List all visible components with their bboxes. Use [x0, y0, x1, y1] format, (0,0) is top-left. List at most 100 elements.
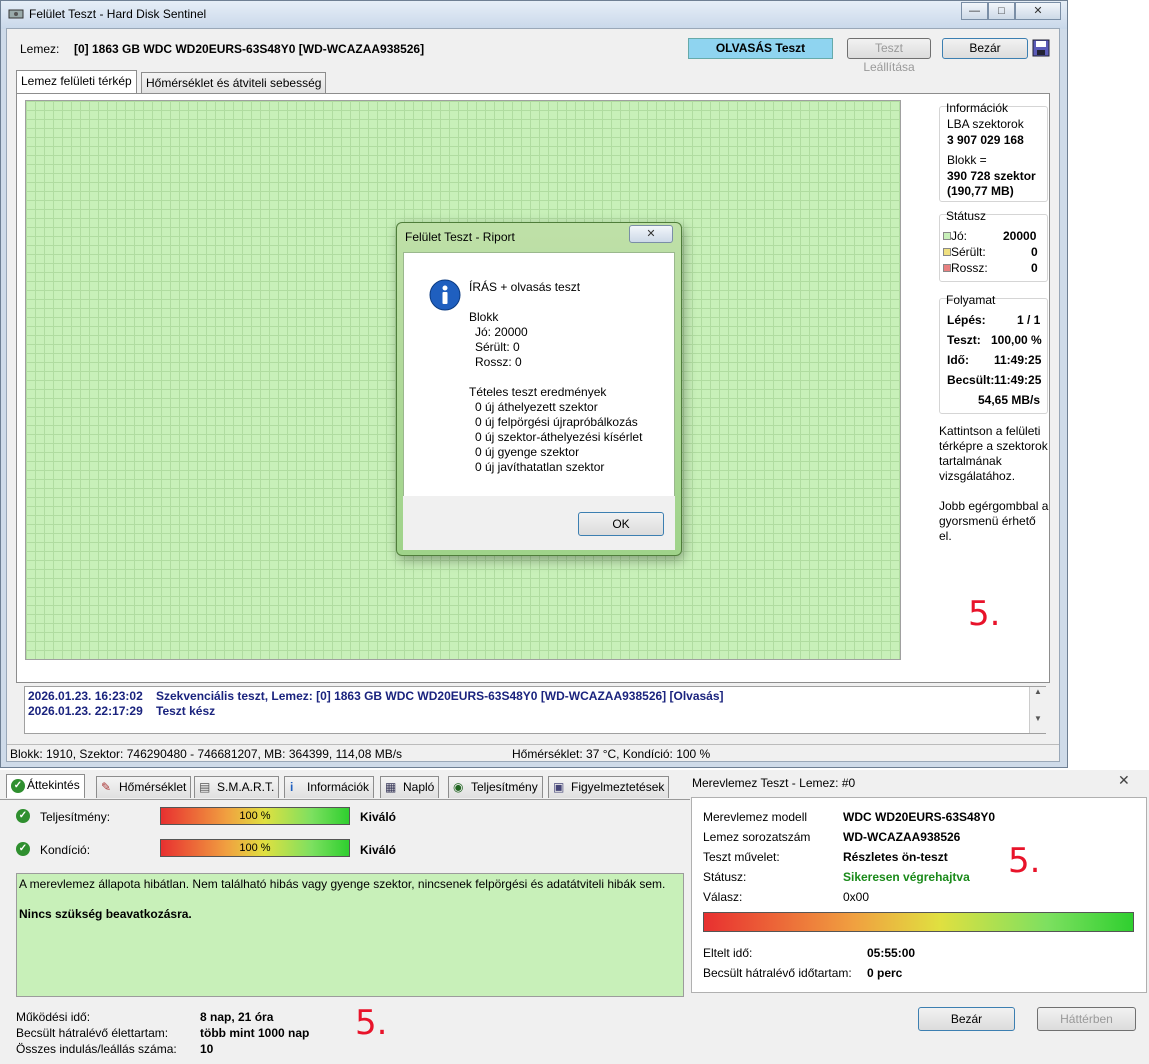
ok-button[interactable]: OK: [578, 512, 664, 536]
operation-label: Teszt művelet:: [703, 850, 780, 864]
info-icon: [429, 279, 461, 311]
background-button[interactable]: Háttérben: [1037, 1007, 1136, 1031]
title-bar: Felület Teszt - Hard Disk Sentinel — □ ✕: [1, 1, 1067, 29]
hint-line: vizsgálatához.: [939, 469, 1016, 483]
tab-temperature[interactable]: ✎ Hőmérséklet: [96, 776, 192, 798]
dialog-results-title: Tételes teszt eredmények: [469, 385, 607, 399]
info-small-icon: i: [290, 780, 294, 794]
tab-alerts[interactable]: ▣ Figyelmeztetések: [548, 776, 670, 798]
dialog-close-button[interactable]: ✕: [629, 225, 673, 243]
selftest-status-label: Státusz:: [703, 870, 747, 884]
test-value: 100,00 %: [991, 333, 1042, 347]
performance-bar: 100 %: [160, 807, 350, 825]
selftest-close-btn[interactable]: Bezár: [918, 1007, 1015, 1031]
condition-check-icon: ✓: [16, 842, 30, 856]
uptime-label: Működési idő:: [16, 1010, 91, 1024]
lba-label: LBA szektorok: [947, 117, 1024, 131]
step-value: 1 / 1: [1017, 313, 1041, 327]
operation-value: Részletes ön-teszt: [843, 850, 948, 864]
dialog-block-title: Blokk: [469, 310, 499, 324]
condition-label: Kondíció:: [40, 843, 91, 857]
performance-label: Teljesítmény:: [40, 810, 111, 824]
model-value: WDC WD20EURS-63S48Y0: [843, 810, 996, 824]
tab-smart[interactable]: ▤ S.M.A.R.T.: [194, 776, 280, 798]
dialog-block-line: Rossz: 0: [475, 355, 522, 369]
tab-temperature-speed[interactable]: Hőmérséklet és átviteli sebesség: [141, 72, 327, 94]
disk-label: Lemez:: [20, 42, 60, 56]
block-mb: (190,77 MB): [947, 184, 1014, 198]
hint-line: el.: [939, 529, 952, 543]
alerts-icon: ▣: [553, 780, 565, 794]
log-date: 2026.01.23. 16:23:02: [28, 689, 143, 703]
bad-label: Rossz:: [951, 261, 988, 275]
gauge-icon: ◉: [453, 780, 464, 794]
lifetime-value: több mint 1000 nap: [200, 1026, 310, 1040]
lifetime-label: Becsült hátralévő élettartam:: [16, 1026, 169, 1040]
statusbar-temp-info: Hőmérséklet: 37 °C, Kondíció: 100 %: [512, 747, 711, 761]
tab-performance[interactable]: ◉ Teljesítmény: [448, 776, 543, 798]
app-icon: [8, 9, 24, 19]
stop-test-button[interactable]: Teszt Leállítása: [847, 38, 931, 74]
selftest-title: Merevlemez Teszt - Lemez: #0: [692, 776, 856, 790]
elapsed-value: 05:55:00: [867, 946, 916, 960]
hint-line: térképre a szektorok: [939, 439, 1048, 453]
speed-value: 54,65 MB/s: [978, 393, 1041, 407]
status-group-title: Státusz: [946, 209, 987, 223]
hint-line: gyorsmenü érhető: [939, 514, 1036, 528]
selftest-status-value: Sikeresen végrehajtva: [843, 870, 970, 884]
starts-value: 10: [200, 1042, 214, 1056]
minimize-button[interactable]: —: [961, 2, 988, 20]
disk-value: [0] 1863 GB WDC WD20EURS-63S48Y0 [WD-WCA…: [74, 42, 425, 56]
tab-surface-map[interactable]: Lemez felületi térkép: [16, 70, 137, 94]
dialog-result-line: 0 új szektor-áthelyezési kísérlet: [475, 430, 643, 444]
close-button[interactable]: Bezár: [942, 38, 1028, 59]
hint-text-1: Kattintson a felületi térképre a szektor…: [939, 424, 1051, 484]
time-label: Idő:: [947, 353, 969, 367]
test-label: Teszt:: [947, 333, 981, 347]
damaged-legend-icon: [943, 248, 951, 256]
condition-bar: 100 %: [160, 839, 350, 857]
dialog-title: Felület Teszt - Riport: [405, 230, 515, 244]
block-label: Blokk =: [947, 153, 987, 167]
damaged-label: Sérült:: [951, 245, 986, 259]
dialog-result-line: 0 új gyenge szektor: [475, 445, 580, 459]
tab-log[interactable]: ▦ Napló: [380, 776, 440, 798]
selftest-close-button[interactable]: ✕: [1118, 772, 1130, 789]
serial-label: Lemez sorozatszám: [703, 830, 811, 844]
log-scrollbar[interactable]: ▲ ▼: [1029, 687, 1046, 733]
condition-rating: Kiváló: [360, 843, 397, 857]
hint-line: tartalmának: [939, 454, 1002, 468]
model-label: Merevlemez modell: [703, 810, 808, 824]
bad-value: 0: [1031, 261, 1038, 275]
hint-line: Kattintson a felületi: [939, 424, 1041, 438]
check-icon: ✓: [11, 779, 25, 793]
selftest-progress-bar: [703, 912, 1134, 932]
remaining-label: Becsült hátralévő időtartam:: [703, 966, 852, 980]
close-window-button[interactable]: ✕: [1015, 2, 1061, 20]
performance-check-icon: ✓: [16, 809, 30, 823]
good-label: Jó:: [951, 229, 968, 243]
good-value: 20000: [1003, 229, 1037, 243]
good-legend-icon: [943, 232, 951, 240]
maximize-button[interactable]: □: [988, 2, 1015, 20]
hint-text-2: Jobb egérgombbal a gyorsmenü érhető el.: [939, 499, 1051, 544]
handwritten-annotation: 5.: [355, 1003, 388, 1043]
info-group-title: Információk: [946, 101, 1009, 115]
log-text: Teszt kész: [156, 704, 216, 718]
est-value: 11:49:25: [994, 373, 1042, 387]
block-value: 390 728 szektor: [947, 169, 1036, 183]
remaining-value: 0 perc: [867, 966, 903, 980]
tab-overview[interactable]: ✓ Áttekintés: [6, 774, 85, 798]
save-icon[interactable]: [1032, 39, 1050, 57]
dialog-result-line: 0 új felpörgési újrapróbálkozás: [475, 415, 638, 429]
log-panel[interactable]: 2026.01.23. 16:23:02 Szekvenciális teszt…: [24, 686, 1046, 734]
selftest-panel: [691, 797, 1147, 993]
serial-value: WD-WCAZAA938526: [843, 830, 961, 844]
performance-rating: Kiváló: [360, 810, 397, 824]
read-test-badge: OLVASÁS Teszt: [688, 38, 833, 59]
log-text: Szekvenciális teszt, Lemez: [0] 1863 GB …: [156, 689, 724, 703]
tab-information[interactable]: i Információk: [284, 776, 375, 798]
time-value: 11:49:25: [994, 353, 1042, 367]
reply-value: 0x00: [843, 890, 870, 904]
health-note: A merevlemez állapota hibátlan. Nem talá…: [16, 873, 684, 997]
